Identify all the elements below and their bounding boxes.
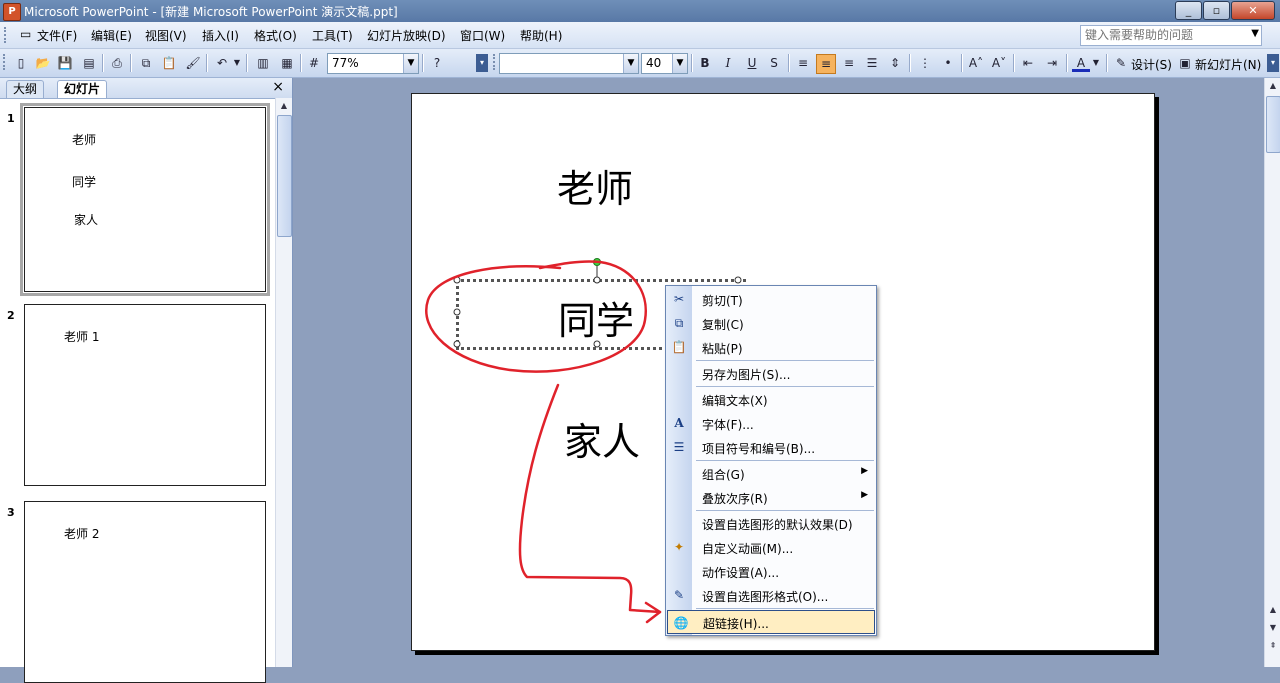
menu-item-format-shape[interactable]: ✎ 设置自选图形格式(O)...	[666, 583, 876, 607]
menu-item-bullets[interactable]: ☰ 项目符号和编号(B)...	[666, 435, 876, 459]
menu-item-hyperlink[interactable]: 🌐 超链接(H)...	[667, 610, 875, 634]
hyperlink-icon: 🌐	[673, 616, 689, 630]
menu-item-label: 自定义动画(M)...	[702, 542, 794, 556]
menu-item-save-as-picture[interactable]: 另存为图片(S)...	[666, 361, 876, 385]
menu-item-label: 叠放次序(R)	[702, 492, 768, 506]
menu-item-label: 设置自选图形的默认效果(D)	[702, 518, 853, 532]
menu-item-label: 编辑文本(X)	[702, 394, 768, 408]
cut-icon: ✂	[673, 292, 685, 306]
copy-icon: ⧉	[674, 316, 684, 330]
menu-item-label: 字体(F)...	[702, 418, 754, 432]
menu-item-action-settings[interactable]: 动作设置(A)...	[666, 559, 876, 583]
menu-item-label: 组合(G)	[702, 468, 745, 482]
menu-item-label: 超链接(H)...	[703, 617, 769, 631]
menu-item-label: 剪切(T)	[702, 294, 743, 308]
menu-item-edit-text[interactable]: 编辑文本(X)	[666, 387, 876, 411]
menu-item-custom-animation[interactable]: ✦ 自定义动画(M)...	[666, 535, 876, 559]
menu-item-cut[interactable]: ✂ 剪切(T)	[666, 287, 876, 311]
menu-item-label: 动作设置(A)...	[702, 566, 780, 580]
menu-item-group[interactable]: 组合(G) ▶	[666, 461, 876, 485]
menu-separator	[696, 608, 874, 609]
red-annotation	[425, 260, 662, 624]
bullets-icon: ☰	[673, 440, 685, 454]
menu-item-set-default[interactable]: 设置自选图形的默认效果(D)	[666, 511, 876, 535]
menu-item-label: 另存为图片(S)...	[702, 368, 791, 382]
custom-animation-icon: ✦	[673, 540, 685, 554]
paste-icon: 📋	[671, 340, 687, 354]
menu-item-label: 设置自选图形格式(O)...	[702, 590, 829, 604]
menu-item-label: 粘贴(P)	[702, 342, 743, 356]
menu-item-order[interactable]: 叠放次序(R) ▶	[666, 485, 876, 509]
context-menu: ✂ 剪切(T) ⧉ 复制(C) 📋 粘贴(P) 另存为图片(S)... 编辑文本…	[665, 285, 877, 636]
menu-item-copy[interactable]: ⧉ 复制(C)	[666, 311, 876, 335]
menu-item-paste[interactable]: 📋 粘贴(P)	[666, 335, 876, 359]
format-shape-icon: ✎	[673, 588, 685, 602]
font-icon: A	[674, 416, 684, 430]
menu-item-label: 项目符号和编号(B)...	[702, 442, 816, 456]
submenu-arrow-icon: ▶	[861, 466, 868, 476]
menu-item-font[interactable]: A 字体(F)...	[666, 411, 876, 435]
menu-item-label: 复制(C)	[702, 318, 744, 332]
submenu-arrow-icon: ▶	[861, 490, 868, 500]
